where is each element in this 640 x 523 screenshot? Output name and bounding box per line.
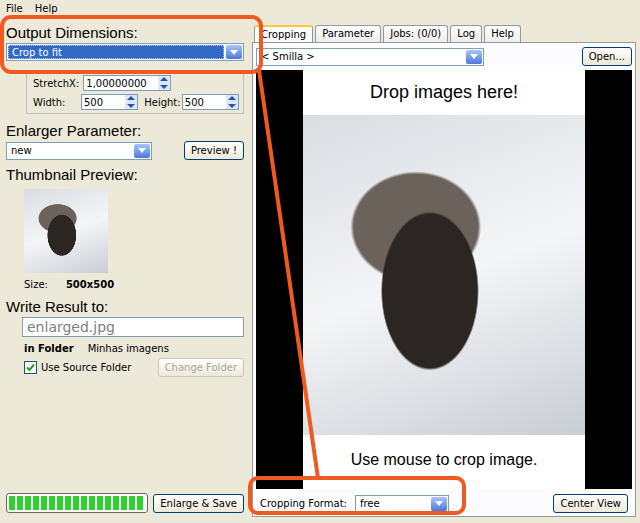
filename-input[interactable]: enlarged.jpg <box>22 317 244 337</box>
open-button[interactable]: Open... <box>582 47 632 66</box>
width-spinner[interactable]: 500 <box>81 94 138 110</box>
enlarge-save-button[interactable]: Enlarge & Save <box>153 494 244 513</box>
spinner-arrows-icon[interactable] <box>226 95 238 109</box>
dropdown-arrow-icon[interactable] <box>466 50 482 64</box>
connector-line <box>259 70 318 478</box>
crop-hint: Use mouse to crop image. <box>303 435 585 489</box>
menu-bar: File Help <box>0 0 640 17</box>
dropdown-arrow-icon[interactable] <box>134 144 150 158</box>
cropping-format-combo[interactable]: free <box>355 495 449 513</box>
change-folder-button[interactable]: Change Folder <box>158 358 244 377</box>
tab[interactable]: Cropping <box>254 25 313 43</box>
cropping-panel: < Smilla > Open... Drop images here! Use… <box>252 42 636 517</box>
menu-item[interactable]: File <box>6 3 23 14</box>
dimensions-group: StretchX: 1,00000000 Width: 500 Height: … <box>26 71 244 114</box>
highlight-box <box>250 478 464 513</box>
tab[interactable]: Jobs: (0/0) <box>383 25 448 42</box>
dropdown-arrow-icon[interactable] <box>431 497 447 511</box>
check-icon <box>26 363 35 372</box>
progress-bar <box>6 493 148 513</box>
highlight-box <box>2 17 261 72</box>
use-source-folder-checkbox[interactable]: Use Source Folder <box>24 361 131 374</box>
folder-info: in FolderMinhas imagens <box>24 343 244 354</box>
left-panel: Output Dimensions: Crop to fit StretchX:… <box>0 17 250 523</box>
spinner-arrows-icon[interactable] <box>158 76 170 90</box>
tab[interactable]: Log <box>450 25 482 42</box>
height-spinner[interactable]: 500 <box>182 94 239 110</box>
stretch-label: StretchX: <box>31 78 79 89</box>
preview-button[interactable]: Preview ! <box>184 141 244 160</box>
size-info: Size: 500x500 <box>24 279 244 290</box>
output-dimensions-combo[interactable]: Crop to fit <box>6 43 244 61</box>
stretch-spinner[interactable]: 1,00000000 <box>83 75 171 91</box>
center-view-button[interactable]: Center View <box>553 494 628 513</box>
right-panel: CroppingParameterJobs: (0/0)LogHelp < Sm… <box>250 17 640 523</box>
dropdown-arrow-icon[interactable] <box>226 45 242 59</box>
drop-hint: Drop images here! <box>303 70 585 115</box>
crop-canvas[interactable]: Drop images here! Use mouse to crop imag… <box>256 70 632 489</box>
app-window: File Help Output Dimensions: Crop to fit … <box>0 0 640 523</box>
write-result-label: Write Result to: <box>6 298 244 315</box>
thumbnail-image <box>24 189 108 273</box>
enlarger-parameter-combo[interactable]: new <box>6 142 152 160</box>
width-label: Width: <box>31 97 77 108</box>
menu-item[interactable]: Help <box>35 3 58 14</box>
cropping-format-label: Cropping Format: <box>260 498 347 509</box>
tab[interactable]: Help <box>484 25 521 42</box>
height-label: Height: <box>142 97 178 108</box>
annotation-overlay <box>0 0 640 523</box>
spinner-arrows-icon[interactable] <box>125 95 137 109</box>
enlarger-parameter-label: Enlarger Parameter: <box>6 122 244 139</box>
output-dimensions-label: Output Dimensions: <box>6 24 244 41</box>
thumbnail-preview-label: Thumbnail Preview: <box>6 166 244 183</box>
dog-photo[interactable] <box>303 115 585 435</box>
tab[interactable]: Parameter <box>315 25 381 42</box>
tab-bar: CroppingParameterJobs: (0/0)LogHelp <box>252 25 636 42</box>
main-area: Output Dimensions: Crop to fit StretchX:… <box>0 17 640 523</box>
preset-combo[interactable]: < Smilla > <box>256 48 484 66</box>
